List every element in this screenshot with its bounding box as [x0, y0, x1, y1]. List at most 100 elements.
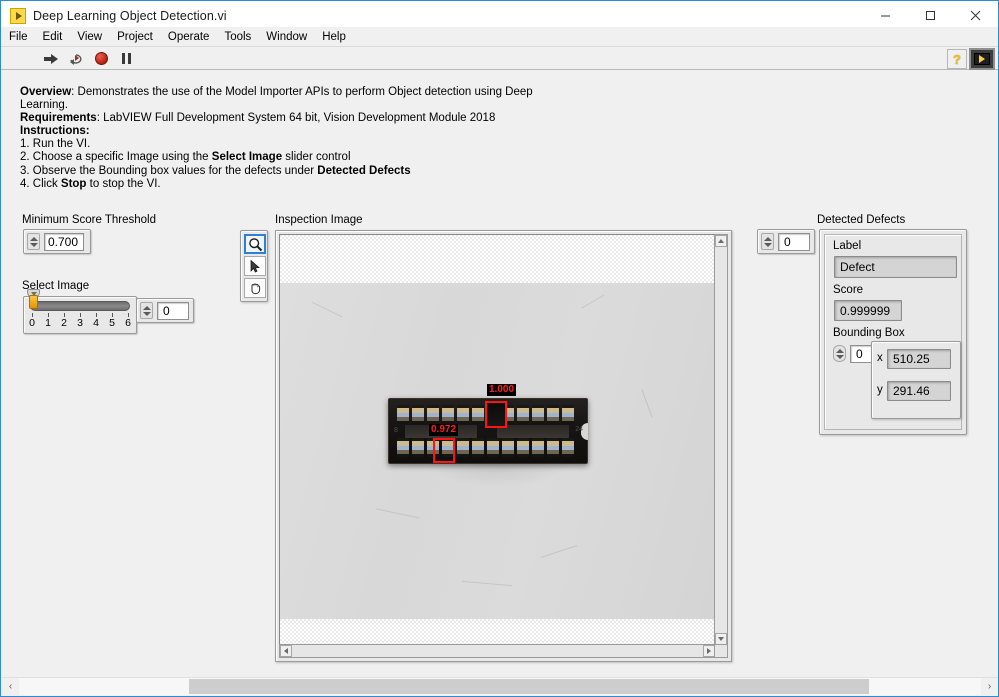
label-caption: Label: [833, 240, 862, 252]
menu-edit[interactable]: Edit: [36, 28, 70, 46]
window-controls: [863, 1, 998, 30]
zoom-tool[interactable]: [244, 234, 266, 254]
help-question-icon[interactable]: ?: [947, 49, 967, 69]
select-image-spinner[interactable]: [140, 302, 153, 319]
vi-toolbar: ?: [1, 47, 998, 70]
select-image-slider[interactable]: 0 1 2 3 4 5 6: [23, 289, 137, 334]
overview-text: : Demonstrates the use of the Model Impo…: [20, 86, 533, 112]
spinner-up-icon[interactable]: [835, 348, 844, 353]
slider-tick-1: 1: [45, 317, 51, 329]
spinner-up-icon[interactable]: [763, 236, 772, 241]
maximize-button[interactable]: [908, 1, 953, 30]
spinner-up-icon[interactable]: [142, 305, 151, 310]
menu-help[interactable]: Help: [315, 28, 353, 46]
instruction-step-4: 4. Click Stop to stop the VI.: [20, 177, 161, 190]
defect-index-spinner[interactable]: [761, 233, 774, 250]
ic-pin-row-bottom: [397, 438, 574, 457]
run-continuously-icon[interactable]: [68, 50, 85, 67]
score-caption: Score: [833, 284, 864, 296]
inspection-image-label: Inspection Image: [275, 214, 363, 226]
instruction-step-1: 1. Run the VI.: [20, 138, 91, 151]
spinner-down-icon[interactable]: [29, 242, 38, 247]
viewer-scrollbar-corner: [714, 644, 728, 658]
slider-tick-3: 3: [77, 317, 83, 329]
defect-score-indicator: 0.999999: [834, 300, 902, 321]
min-score-threshold-control[interactable]: 0.700: [23, 229, 91, 254]
bbox-coordinates-cluster: x 510.25 y 291.46: [871, 341, 961, 419]
requirements-text: : LabVIEW Full Development System 64 bit…: [96, 112, 496, 125]
bbox-y-indicator: 291.46: [887, 381, 951, 401]
inspection-photo: 8 24 1.000 0.972: [280, 283, 715, 619]
close-button[interactable]: [953, 1, 998, 30]
select-image-numeric-control[interactable]: 0: [136, 298, 194, 323]
window-horizontal-scrollbar[interactable]: ‹ ›: [2, 677, 998, 695]
bbox-x-indicator: 510.25: [887, 349, 951, 369]
slider-tick-5: 5: [109, 317, 115, 329]
window-scroll-right-arrow[interactable]: ›: [981, 678, 998, 695]
vi-toolbar-buttons: [43, 50, 135, 67]
window-title: Deep Learning Object Detection.vi: [33, 8, 227, 23]
ic-socket: 8 24 1.000 0.972: [388, 384, 588, 464]
slider-scale: 0 1 2 3 4 5 6: [29, 313, 131, 331]
instructions-heading: Instructions:: [20, 125, 90, 138]
inspection-image-viewer[interactable]: 8 24 1.000 0.972: [275, 230, 732, 662]
min-score-threshold-label: Minimum Score Threshold: [22, 214, 157, 226]
select-image-value[interactable]: 0: [157, 302, 189, 320]
slider-track[interactable]: [27, 289, 130, 311]
min-score-value[interactable]: 0.700: [44, 233, 84, 251]
run-arrow-icon[interactable]: [43, 50, 60, 67]
instructions-block: Overview: Demonstrates the use of the Mo…: [20, 86, 580, 191]
pause-icon[interactable]: [118, 50, 135, 67]
menu-bar: File Edit View Project Operate Tools Win…: [1, 27, 998, 47]
slider-tick-4: 4: [93, 317, 99, 329]
bbox-index-spinner[interactable]: [833, 345, 846, 362]
bounding-box-2-score: 0.972: [429, 424, 459, 436]
cluster-border: Label Defect Score 0.999999 Bounding Box…: [824, 234, 962, 430]
window-scroll-left-arrow[interactable]: ‹: [2, 678, 19, 695]
slider-tick-2: 2: [61, 317, 67, 329]
image-canvas[interactable]: 8 24 1.000 0.972: [279, 234, 716, 646]
bounding-box-1-score: 1.000: [487, 384, 517, 396]
overview-label: Overview: [20, 86, 72, 98]
ic-slot-right: [497, 425, 569, 438]
slider-thumb[interactable]: [29, 295, 38, 309]
x-caption: x: [877, 352, 883, 364]
title-bar: Deep Learning Object Detection.vi: [1, 1, 998, 30]
window-scroll-track[interactable]: [19, 678, 981, 695]
spinner-down-icon[interactable]: [763, 242, 772, 247]
pan-tool[interactable]: [244, 278, 266, 298]
spinner-down-icon[interactable]: [835, 354, 844, 359]
scroll-left-arrow[interactable]: [280, 645, 292, 657]
bounding-box-1: [485, 401, 507, 428]
menu-project[interactable]: Project: [110, 28, 160, 46]
spinner-up-icon[interactable]: [29, 236, 38, 241]
menu-file[interactable]: File: [2, 28, 35, 46]
scroll-up-arrow[interactable]: [715, 235, 727, 247]
bounding-box-caption: Bounding Box: [833, 327, 905, 339]
detected-defects-label: Detected Defects: [817, 214, 906, 226]
viewer-horizontal-scrollbar[interactable]: [279, 644, 716, 658]
image-tools-palette: [240, 230, 268, 302]
spinner-down-icon[interactable]: [142, 311, 151, 316]
vi-toolbar-right: ?: [947, 48, 995, 70]
defect-index-value[interactable]: 0: [778, 233, 810, 251]
minimize-button[interactable]: [863, 1, 908, 30]
menu-operate[interactable]: Operate: [161, 28, 217, 46]
menu-tools[interactable]: Tools: [217, 28, 258, 46]
window-scroll-thumb[interactable]: [189, 679, 869, 694]
viewer-vertical-scrollbar[interactable]: [714, 234, 728, 646]
abort-execution-icon[interactable]: [93, 50, 110, 67]
instruction-step-3: 3. Observe the Bounding box values for t…: [20, 164, 411, 177]
min-score-spinner[interactable]: [27, 233, 40, 250]
labview-vi-icon: [10, 7, 26, 24]
defect-index-control[interactable]: 0: [757, 229, 815, 254]
requirements-label: Requirements: [20, 112, 97, 125]
y-caption: y: [877, 384, 883, 396]
menu-window[interactable]: Window: [259, 28, 314, 46]
select-tool[interactable]: [244, 256, 266, 276]
requirements-line: Requirements: LabVIEW Full Development S…: [20, 112, 580, 125]
slider-tick-6: 6: [125, 317, 131, 329]
context-help-icon[interactable]: [969, 48, 995, 70]
menu-view[interactable]: View: [70, 28, 109, 46]
detected-defects-cluster: Label Defect Score 0.999999 Bounding Box…: [819, 229, 967, 435]
